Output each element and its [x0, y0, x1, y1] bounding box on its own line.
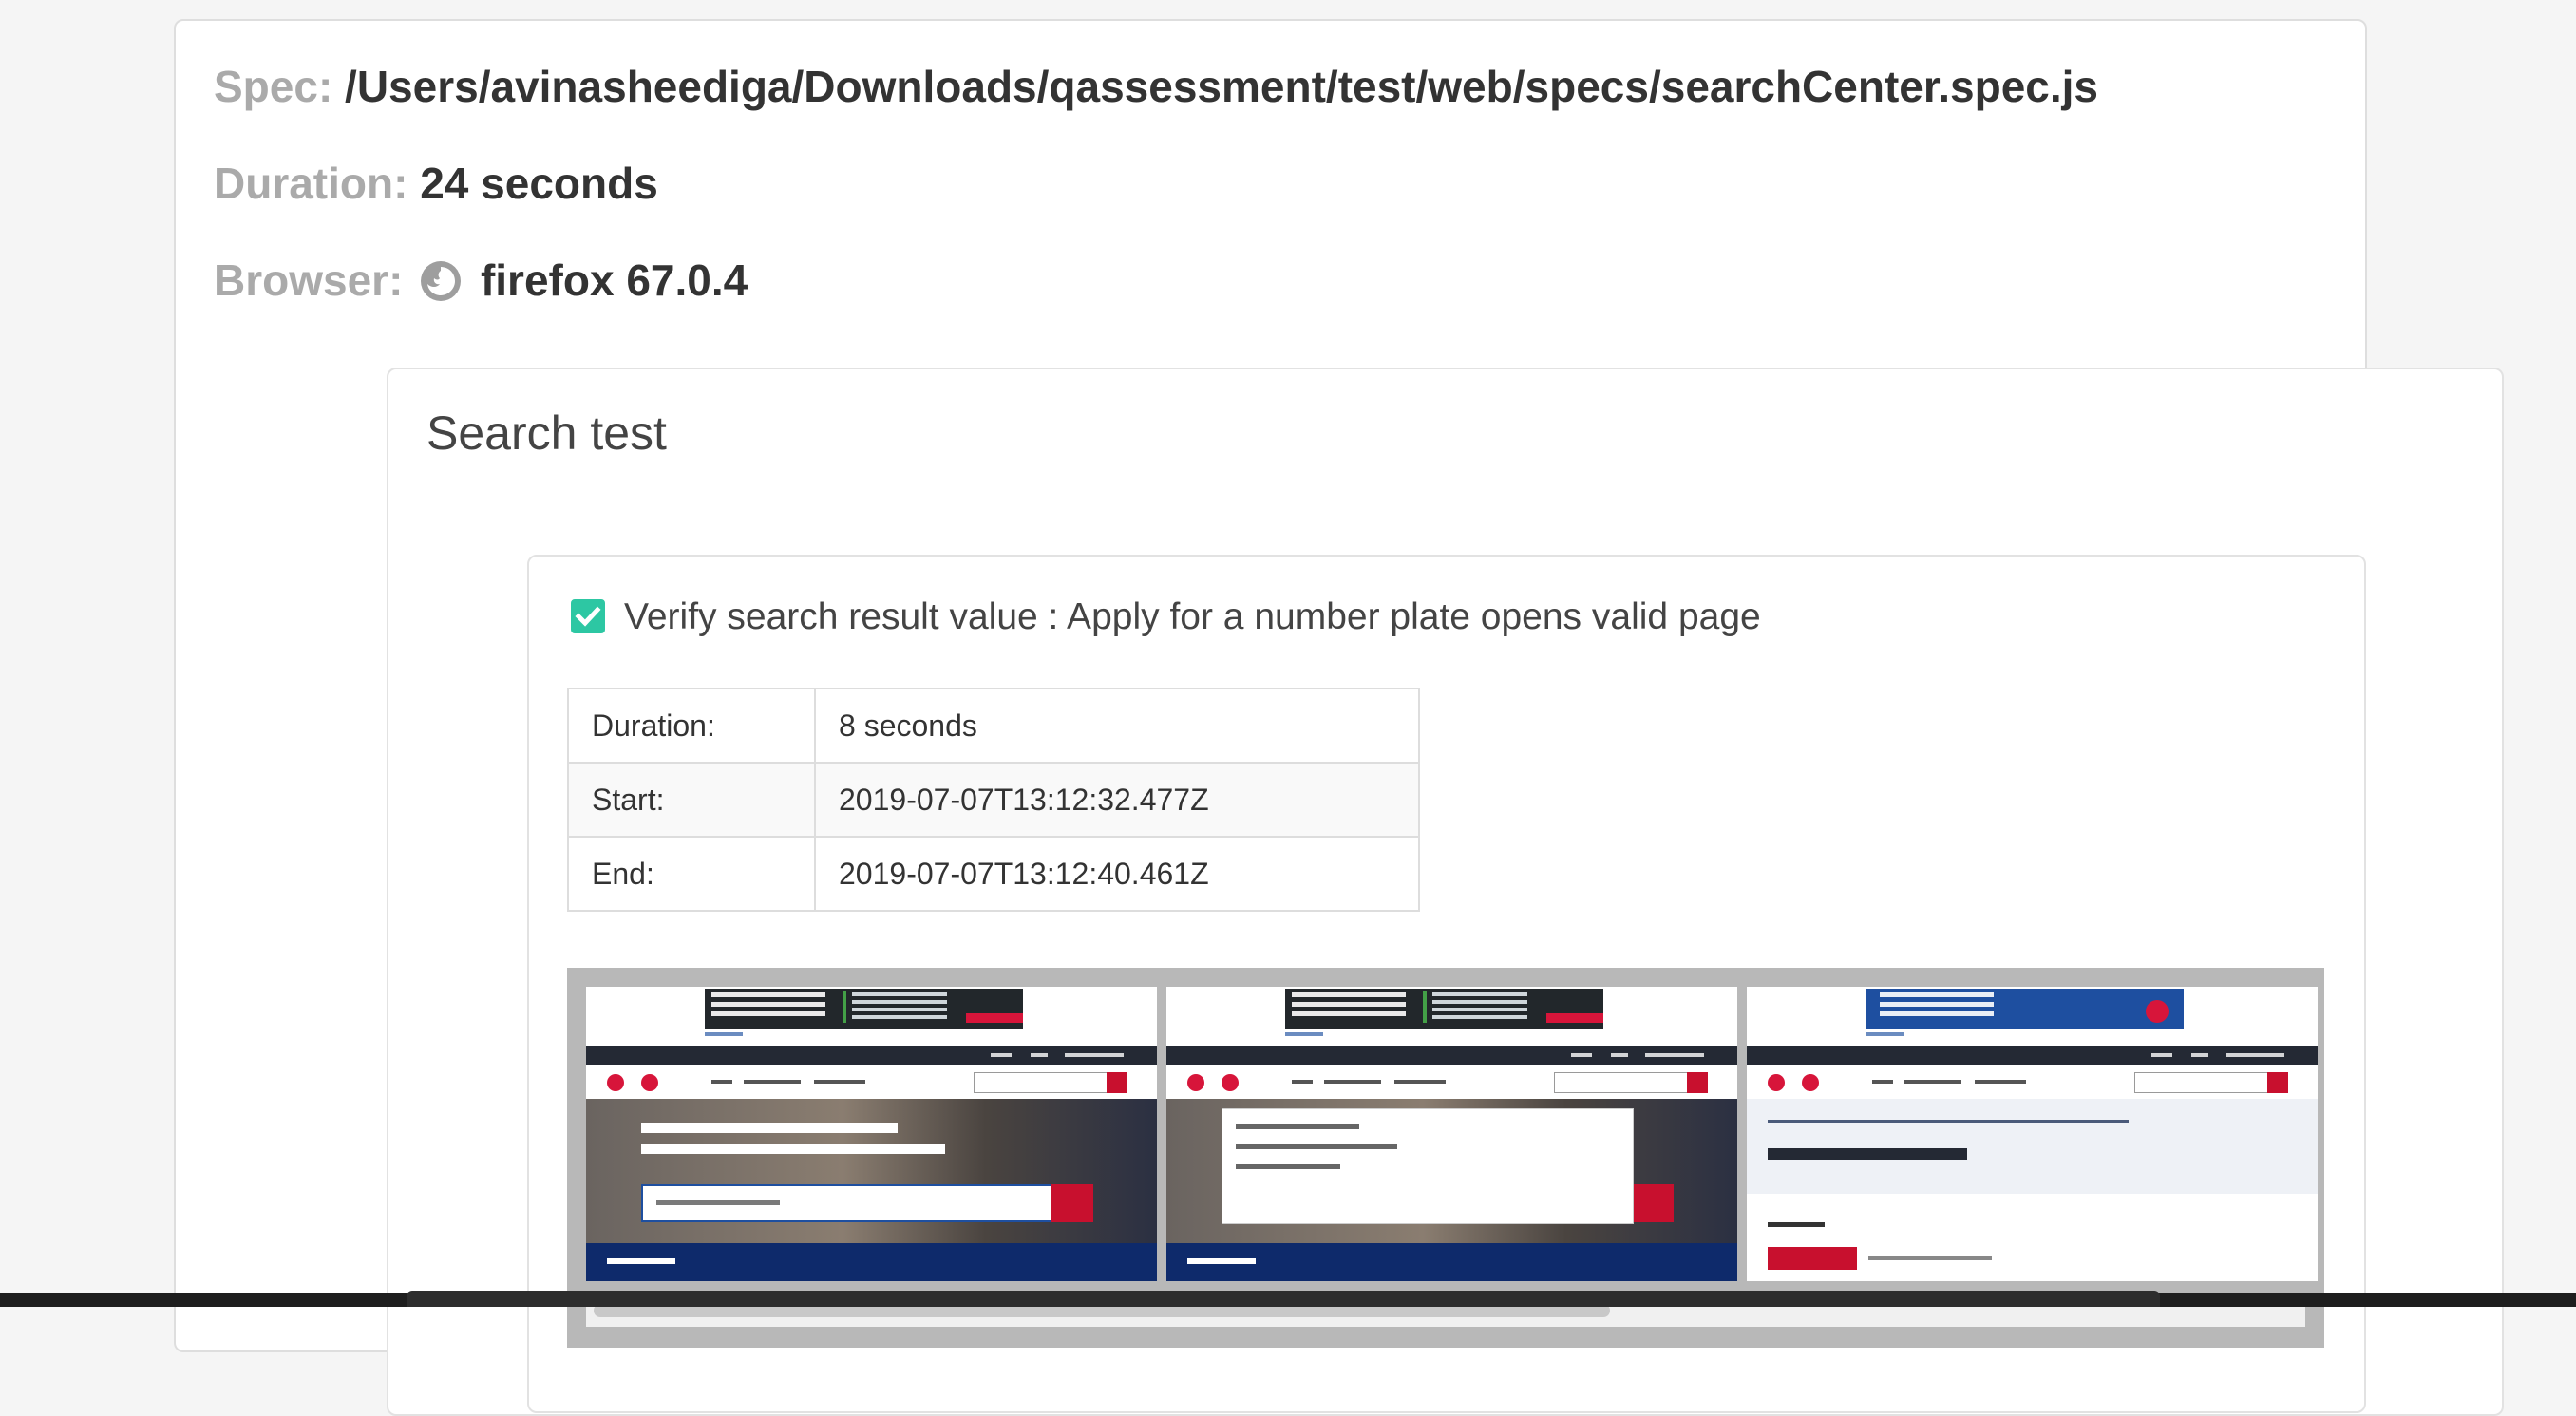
checkbox-checked-icon — [571, 599, 605, 633]
test-title: Verify search result value : Apply for a… — [624, 596, 1761, 637]
spec-line: Spec: /Users/avinasheediga/Downloads/qas… — [214, 61, 2098, 112]
screenshot-thumbnail-2[interactable] — [1166, 987, 1737, 1281]
table-row: Duration: 8 seconds — [567, 688, 1420, 764]
screenshot-thumbnail-3[interactable] — [1747, 987, 2318, 1281]
firefox-icon — [419, 259, 463, 313]
test-card: Verify search result value : Apply for a… — [527, 555, 2366, 1413]
duration-line: Duration: 24 seconds — [214, 158, 658, 209]
browser-value: firefox 67.0.4 — [480, 255, 748, 305]
detail-value: 2019-07-07T13:12:40.461Z — [814, 836, 1420, 912]
dock — [407, 1291, 2160, 1307]
suite-title: Search test — [426, 406, 667, 460]
detail-label: Start: — [567, 762, 816, 838]
spec-card: Spec: /Users/avinasheediga/Downloads/qas… — [174, 19, 2504, 1416]
duration-value: 24 seconds — [420, 159, 658, 208]
table-row: Start: 2019-07-07T13:12:32.477Z — [567, 762, 1420, 838]
spec-label: Spec: — [214, 62, 333, 111]
spec-path: /Users/avinasheediga/Downloads/qassessme… — [345, 62, 2098, 111]
suite-card: Search test Verify search result value :… — [387, 368, 2504, 1416]
detail-label: Duration: — [567, 688, 816, 764]
detail-label: End: — [567, 836, 816, 912]
duration-label: Duration: — [214, 159, 408, 208]
browser-line: Browser: firefox 67.0.4 — [214, 255, 748, 313]
suggestion-dropdown — [1222, 1108, 1634, 1224]
detail-value: 2019-07-07T13:12:32.477Z — [814, 762, 1420, 838]
detail-value: 8 seconds — [814, 688, 1420, 764]
screenshot-thumbnail-1[interactable] — [586, 987, 1157, 1281]
browser-label: Browser: — [214, 255, 404, 305]
test-details-table: Duration: 8 seconds Start: 2019-07-07T13… — [567, 688, 1420, 912]
table-row: End: 2019-07-07T13:12:40.461Z — [567, 836, 1420, 912]
